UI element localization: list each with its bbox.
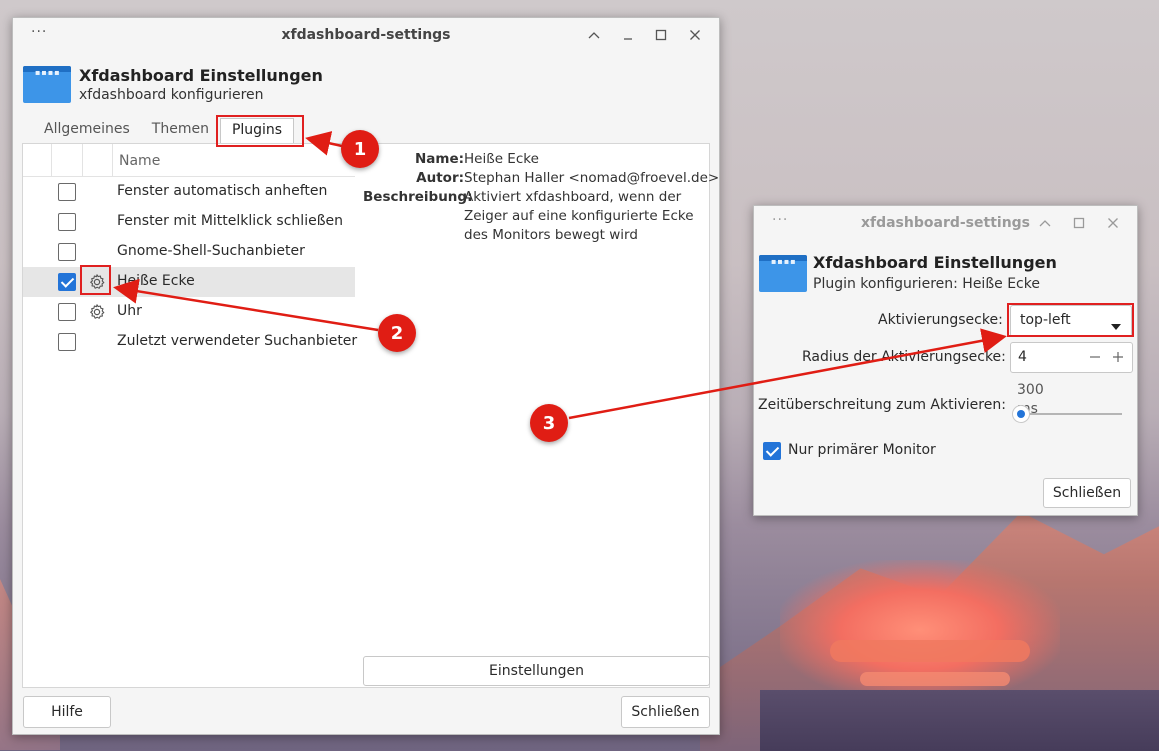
close-button[interactable]: Schließen xyxy=(621,696,710,728)
header-subtitle: xfdashboard konfigurieren xyxy=(79,87,264,103)
column-separator xyxy=(52,144,83,177)
window-title: xfdashboard-settings xyxy=(281,27,451,43)
plugin-enabled-checkbox[interactable] xyxy=(58,273,76,291)
primary-monitor-checkbox[interactable] xyxy=(763,442,781,460)
plugin-row[interactable]: Fenster automatisch anheften xyxy=(23,177,355,207)
column-separator xyxy=(23,144,52,177)
gear-icon[interactable] xyxy=(88,303,106,321)
maximize-icon[interactable] xyxy=(650,24,672,46)
detail-description-label: Beschreibung: xyxy=(363,189,473,205)
detail-author-value: Stephan Haller <nomad@froevel.de> xyxy=(464,170,720,186)
chevron-up-icon[interactable] xyxy=(1034,212,1056,234)
plugin-row[interactable]: Zuletzt verwendeter Suchanbieter xyxy=(23,327,358,357)
help-button[interactable]: Hilfe xyxy=(23,696,111,728)
detail-description-line: Zeiger auf eine konfigurierte Ecke xyxy=(464,208,694,224)
plugin-list-header: Name xyxy=(23,144,355,177)
activation-corner-label: Aktivierungsecke: xyxy=(878,312,1003,328)
plugin-label: Fenster mit Mittelklick schließen xyxy=(117,213,343,229)
timeout-value: 300 xyxy=(1017,382,1044,398)
plugin-label: Uhr xyxy=(117,303,142,319)
plugin-label: Heiße Ecke xyxy=(117,273,195,289)
timeout-slider-track[interactable] xyxy=(1016,413,1122,415)
annotation-highlight-settings-gear xyxy=(80,265,111,295)
plus-icon[interactable] xyxy=(1112,351,1124,367)
plugin-enabled-checkbox[interactable] xyxy=(58,243,76,261)
detail-author-label: Autor: xyxy=(416,170,464,186)
timeout-label: Zeitüberschreitung zum Aktivieren: xyxy=(758,397,1006,413)
maximize-icon[interactable] xyxy=(1068,212,1090,234)
detail-description-line: Aktiviert xfdashboard, wenn der xyxy=(464,189,682,205)
close-icon[interactable] xyxy=(1102,212,1124,234)
column-separator xyxy=(83,144,113,177)
tab-themes[interactable]: Themen xyxy=(141,118,220,146)
minimize-icon[interactable] xyxy=(617,24,639,46)
plugin-row[interactable]: Heiße Ecke xyxy=(23,267,355,297)
plugin-label: Gnome-Shell-Suchanbieter xyxy=(117,243,305,259)
plugin-enabled-checkbox[interactable] xyxy=(58,333,76,351)
primary-monitor-label: Nur primärer Monitor xyxy=(788,442,936,458)
radius-label: Radius der Aktivierungsecke: xyxy=(802,349,1006,365)
plugin-settings-window: ··· xfdashboard-settings ▪▪▪▪ Xfdashboar… xyxy=(753,205,1138,516)
plugin-settings-button[interactable]: Einstellungen xyxy=(363,656,710,686)
annotation-badge-2: 2 xyxy=(378,314,416,352)
titlebar[interactable]: ··· xfdashboard-settings xyxy=(754,206,1137,240)
plugin-enabled-checkbox[interactable] xyxy=(58,183,76,201)
close-button[interactable]: Schließen xyxy=(1043,478,1131,508)
annotation-badge-1: 1 xyxy=(341,130,379,168)
radius-value: 4 xyxy=(1018,349,1027,365)
wallpaper-water xyxy=(760,690,1159,751)
column-header-name[interactable]: Name xyxy=(119,153,160,169)
main-settings-window: ··· xfdashboard-settings ▪▪▪▪ Xfdashboar… xyxy=(12,17,720,735)
titlebar[interactable]: ··· xfdashboard-settings xyxy=(13,18,719,52)
plugins-panel: Name Fenster automatisch anheften Fenster… xyxy=(22,143,719,688)
wallpaper-light-streak xyxy=(860,672,1010,686)
radius-spinbutton[interactable]: 4 xyxy=(1010,342,1133,373)
plugin-label: Fenster automatisch anheften xyxy=(117,183,328,199)
annotation-highlight-activation-corner xyxy=(1007,303,1134,337)
wallpaper-light-streak xyxy=(830,640,1030,662)
plugin-row[interactable]: Fenster mit Mittelklick schließen xyxy=(23,207,355,237)
app-icon: ▪▪▪▪ xyxy=(23,66,71,103)
detail-description-line: des Monitors bewegt wird xyxy=(464,227,638,243)
plugin-row[interactable]: Uhr xyxy=(23,297,355,327)
header-title: Xfdashboard Einstellungen xyxy=(79,66,323,85)
chevron-up-icon[interactable] xyxy=(583,24,605,46)
plugin-label: Zuletzt verwendeter Suchanbieter xyxy=(117,333,358,349)
app-icon: ▪▪▪▪ xyxy=(759,255,807,292)
annotation-highlight-plugins-tab xyxy=(216,115,304,147)
header-subtitle: Plugin konfigurieren: Heiße Ecke xyxy=(813,276,1040,292)
plugin-enabled-checkbox[interactable] xyxy=(58,303,76,321)
annotation-badge-3: 3 xyxy=(530,404,568,442)
tab-general[interactable]: Allgemeines xyxy=(33,118,141,146)
plugin-enabled-checkbox[interactable] xyxy=(58,213,76,231)
close-icon[interactable] xyxy=(684,24,706,46)
minus-icon[interactable] xyxy=(1089,351,1101,367)
timeout-slider-handle[interactable] xyxy=(1012,405,1030,423)
plugin-row[interactable]: Gnome-Shell-Suchanbieter xyxy=(23,237,355,267)
detail-name-value: Heiße Ecke xyxy=(464,151,539,167)
header-title: Xfdashboard Einstellungen xyxy=(813,253,1057,272)
